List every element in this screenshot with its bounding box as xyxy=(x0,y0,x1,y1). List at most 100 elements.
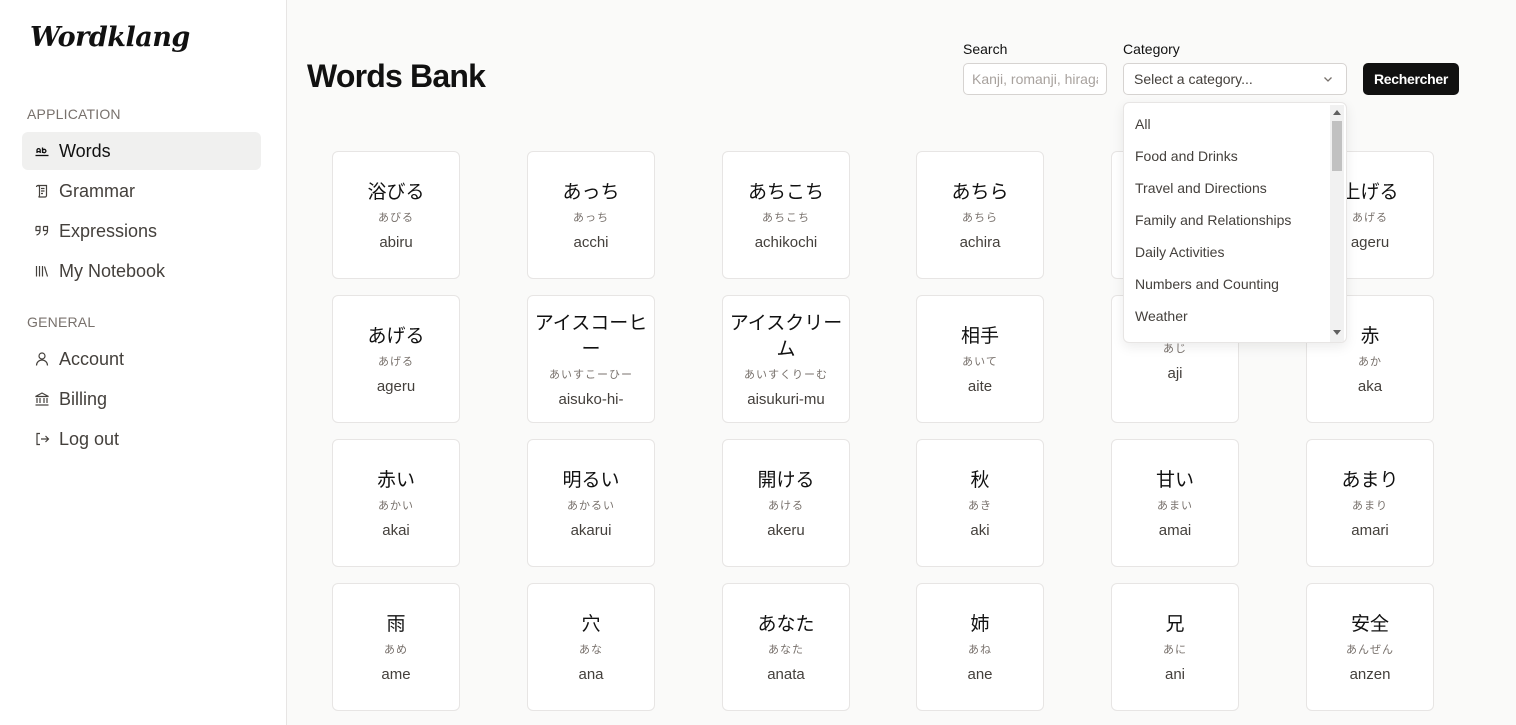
word-kanji: 安全 xyxy=(1350,613,1389,635)
category-option-family-and-relationships[interactable]: Family and Relationships xyxy=(1124,204,1330,236)
word-kanji: あなた xyxy=(757,613,815,635)
word-romaji: achira xyxy=(959,234,1001,251)
sidebar-item-grammar[interactable]: Grammar xyxy=(22,172,261,210)
sidebar-item-expressions[interactable]: Expressions xyxy=(22,212,261,250)
sidebar-item-logout[interactable]: Log out xyxy=(22,420,261,458)
word-card[interactable]: 開ける あける akeru xyxy=(722,439,850,567)
word-romaji: anata xyxy=(767,666,805,683)
word-kanji: あげる xyxy=(367,325,425,347)
word-romaji: ani xyxy=(1164,666,1186,683)
sidebar-item-label: Billing xyxy=(59,388,108,409)
word-kana: あいて xyxy=(962,355,998,368)
word-romaji: akai xyxy=(382,522,410,539)
sidebar-item-account[interactable]: Account xyxy=(22,340,261,378)
bank-icon xyxy=(34,391,50,407)
scroll-icon xyxy=(34,183,50,199)
word-kana: あちら xyxy=(962,211,998,224)
category-select-value: Select a category... xyxy=(1134,71,1253,87)
category-option-travel-and-directions[interactable]: Travel and Directions xyxy=(1124,172,1330,204)
search-label: Search xyxy=(963,41,1008,57)
word-card[interactable]: 赤い あかい akai xyxy=(332,439,460,567)
word-romaji: achikochi xyxy=(754,234,818,251)
word-romaji: amari xyxy=(1351,522,1389,539)
sidebar-item-label: Words xyxy=(59,140,111,161)
word-romaji: aka xyxy=(1357,378,1383,395)
sidebar-section-general: GENERAL xyxy=(27,314,96,330)
word-kanji: あちこち xyxy=(747,181,824,203)
word-kana: あびる xyxy=(378,211,414,224)
word-card[interactable]: アイスコーヒー あいすこーひー aisuko-hi- xyxy=(527,295,655,423)
word-kanji: 開ける xyxy=(757,469,815,491)
word-card[interactable]: 甘い あまい amai xyxy=(1111,439,1239,567)
chevron-down-icon xyxy=(1324,77,1332,82)
category-option-all[interactable]: All xyxy=(1124,108,1330,140)
word-kanji: 上げる xyxy=(1341,181,1399,203)
word-romaji: ame xyxy=(381,666,411,683)
word-kanji: 兄 xyxy=(1165,613,1185,635)
word-card[interactable]: あげる あげる ageru xyxy=(332,295,460,423)
dropdown-scrollbar-thumb[interactable] xyxy=(1332,121,1342,171)
category-option-numbers-and-counting[interactable]: Numbers and Counting xyxy=(1124,268,1330,300)
word-card[interactable]: あちら あちら achira xyxy=(916,151,1044,279)
sidebar: Wordklang APPLICATION Words Grammar Expr… xyxy=(0,0,287,725)
word-romaji: ageru xyxy=(1350,234,1390,251)
sidebar-item-words[interactable]: Words xyxy=(22,132,261,170)
sidebar-item-label: Log out xyxy=(59,428,120,449)
word-card[interactable]: あなた あなた anata xyxy=(722,583,850,711)
word-romaji: acchi xyxy=(573,234,609,251)
word-kana: あに xyxy=(1163,643,1187,656)
word-kana: あかい xyxy=(378,499,414,512)
library-icon xyxy=(34,263,50,279)
text-ab-icon xyxy=(34,143,50,159)
word-kana: あげる xyxy=(1352,211,1388,224)
category-option-daily-activities[interactable]: Daily Activities xyxy=(1124,236,1330,268)
word-kana: あかるい xyxy=(567,499,615,512)
word-kanji: 相手 xyxy=(960,325,999,347)
word-card[interactable]: アイスクリーム あいすくりーむ aisukuri-mu xyxy=(722,295,850,423)
app-logo[interactable]: Wordklang xyxy=(30,22,190,53)
category-label: Category xyxy=(1123,41,1180,57)
sidebar-item-my-notebook[interactable]: My Notebook xyxy=(22,252,261,290)
word-card[interactable]: 姉 あね ane xyxy=(916,583,1044,711)
scroll-up-arrow-icon[interactable] xyxy=(1333,110,1341,115)
word-kanji: 秋 xyxy=(970,469,990,491)
quote-icon xyxy=(34,223,50,239)
word-card[interactable]: 穴 あな ana xyxy=(527,583,655,711)
word-card[interactable]: あまり あまり amari xyxy=(1306,439,1434,567)
word-romaji: aisuko-hi- xyxy=(558,391,624,408)
word-card[interactable]: 相手 あいて aite xyxy=(916,295,1044,423)
word-card[interactable]: 雨 あめ ame xyxy=(332,583,460,711)
category-option-food-and-drinks[interactable]: Food and Drinks xyxy=(1124,140,1330,172)
word-kana: あまり xyxy=(1352,499,1388,512)
category-option-weather[interactable]: Weather xyxy=(1124,300,1330,332)
word-card[interactable]: 浴びる あびる abiru xyxy=(332,151,460,279)
word-kanji: 赤 xyxy=(1360,325,1380,347)
word-card[interactable]: あっち あっち acchi xyxy=(527,151,655,279)
sidebar-item-label: Account xyxy=(59,348,125,369)
word-romaji: ane xyxy=(967,666,993,683)
word-card[interactable]: あちこち あちこち achikochi xyxy=(722,151,850,279)
logout-icon xyxy=(34,431,50,447)
word-kana: あげる xyxy=(378,355,414,368)
category-select[interactable]: Select a category... xyxy=(1123,63,1347,95)
word-kanji: 甘い xyxy=(1155,469,1194,491)
word-kanji: 雨 xyxy=(386,613,406,635)
sidebar-item-label: My Notebook xyxy=(59,260,166,281)
word-romaji: abiru xyxy=(379,234,413,251)
word-kana: あっち xyxy=(573,211,609,224)
word-card[interactable]: 安全 あんぜん anzen xyxy=(1306,583,1434,711)
search-button[interactable]: Rechercher xyxy=(1363,63,1459,95)
word-card[interactable]: 明るい あかるい akarui xyxy=(527,439,655,567)
word-kanji: あちら xyxy=(951,181,1009,203)
word-romaji: akeru xyxy=(767,522,805,539)
word-kana: あちこち xyxy=(762,211,810,224)
category-dropdown: All Food and Drinks Travel and Direction… xyxy=(1123,102,1347,343)
word-card[interactable]: 兄 あに ani xyxy=(1111,583,1239,711)
scroll-down-arrow-icon[interactable] xyxy=(1333,330,1341,335)
sidebar-item-billing[interactable]: Billing xyxy=(22,380,261,418)
word-kana: あいすこーひー xyxy=(549,368,633,381)
search-input[interactable] xyxy=(963,63,1107,95)
page-title: Words Bank xyxy=(307,58,486,94)
word-kanji: 穴 xyxy=(581,613,601,635)
word-card[interactable]: 秋 あき aki xyxy=(916,439,1044,567)
